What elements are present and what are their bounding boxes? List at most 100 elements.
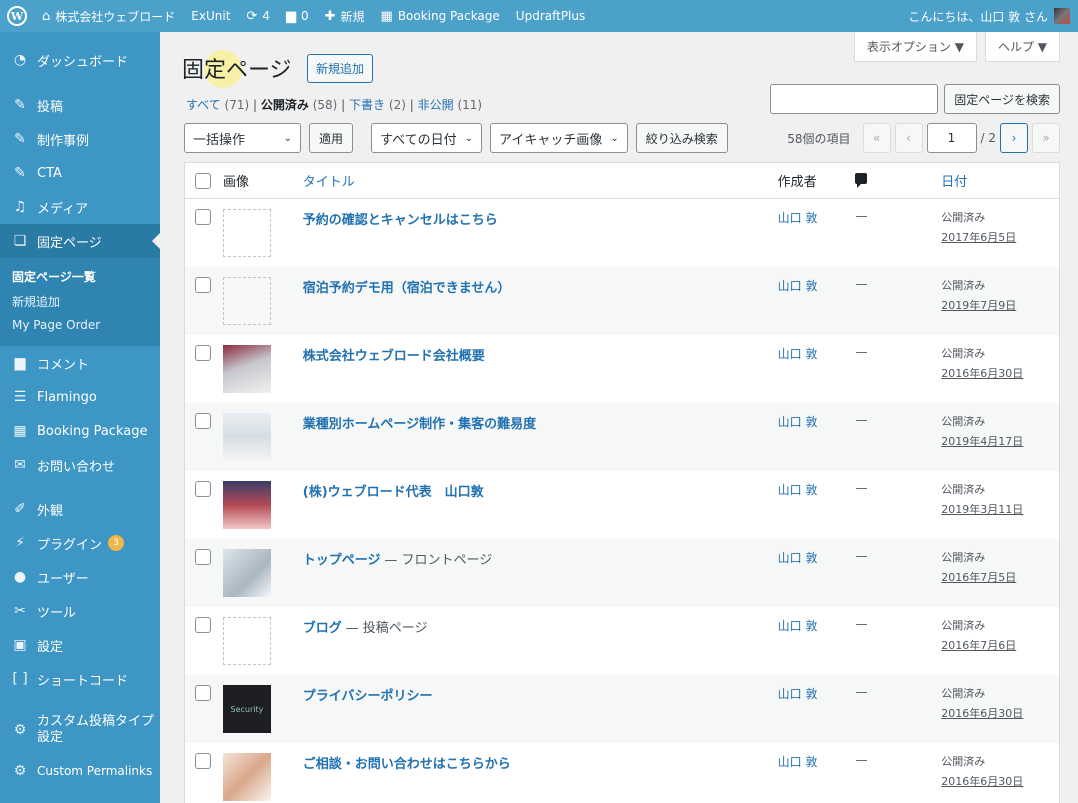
help-button[interactable]: ヘルプ ▼ — [984, 32, 1060, 62]
first-page-button[interactable]: « — [862, 123, 891, 153]
row-author-link[interactable]: 山口 敦 — [778, 211, 818, 225]
eyecatch-filter-select[interactable]: アイキャッチ画像 ⌄ — [489, 123, 628, 153]
row-checkbox[interactable] — [195, 685, 211, 701]
updraft-menu[interactable]: UpdraftPlus — [508, 0, 593, 32]
row-title-link[interactable]: トップページ — [303, 553, 381, 568]
row-author-link[interactable]: 山口 敦 — [778, 755, 818, 769]
submenu-page-order[interactable]: My Page Order — [0, 314, 160, 336]
filter-draft[interactable]: 下書き (2) — [349, 98, 406, 112]
select-all-checkbox[interactable] — [195, 173, 211, 189]
new-content-menu[interactable]: ✚ 新規 — [317, 0, 373, 32]
row-status: 公開済み — [941, 551, 986, 564]
row-checkbox[interactable] — [195, 549, 211, 565]
menu-users[interactable]: ● ユーザー — [0, 560, 160, 594]
prev-page-button[interactable]: ‹ — [894, 123, 923, 153]
exunit-menu[interactable]: ExUnit — [183, 0, 238, 32]
table-row: 予約の確認とキャンセルはこちら 山口 敦 — 公開済み 2017年6月5日 — [185, 199, 1059, 267]
menu-dashboard[interactable]: ◔ ダッシュボード — [0, 32, 160, 88]
avatar — [1054, 8, 1070, 24]
add-new-page-button[interactable]: 新規追加 — [307, 54, 374, 83]
column-title-sort[interactable]: タイトル — [303, 175, 355, 190]
row-title-link[interactable]: 予約の確認とキャンセルはこちら — [303, 213, 498, 228]
menu-cta[interactable]: ✎ CTA — [0, 156, 160, 190]
wp-logo-menu[interactable]: W — [0, 0, 34, 32]
column-comments[interactable] — [855, 173, 941, 188]
row-title-link[interactable]: ご相談・お問い合わせはこちらから — [303, 757, 511, 772]
row-checkbox[interactable] — [195, 345, 211, 361]
bulk-action-select[interactable]: 一括操作 ⌄ — [184, 123, 301, 153]
row-author-link[interactable]: 山口 敦 — [778, 279, 818, 293]
my-account-menu[interactable]: こんにちは、山口 敦 さん — [900, 0, 1078, 32]
table-row: (株)ウェブロード代表 山口敦 山口 敦 — 公開済み 2019年3月11日 — [185, 471, 1059, 539]
row-title-link[interactable]: プライバシーポリシー — [303, 689, 433, 704]
search-pages-button[interactable]: 固定ページを検索 — [944, 84, 1060, 114]
next-page-button[interactable]: › — [1000, 123, 1028, 153]
row-title-link[interactable]: 業種別ホームページ制作・集客の難易度 — [303, 417, 536, 432]
row-checkbox[interactable] — [195, 617, 211, 633]
menu-shortcode[interactable]: [ ] ショートコード — [0, 662, 160, 696]
menu-settings[interactable]: ▣ 設定 — [0, 628, 160, 662]
row-comment-count: — — [855, 345, 868, 359]
user-icon: ● — [13, 569, 27, 585]
row-author-link[interactable]: 山口 敦 — [778, 551, 818, 565]
row-author-link[interactable]: 山口 敦 — [778, 619, 818, 633]
row-title-link[interactable]: 宿泊予約デモ用（宿泊できません） — [303, 281, 511, 296]
refresh-icon: ⟳ — [246, 8, 258, 24]
row-author-link[interactable]: 山口 敦 — [778, 347, 818, 361]
menu-appearance[interactable]: ✐ 外観 — [0, 492, 160, 526]
search-input[interactable] — [770, 84, 939, 114]
row-status: 公開済み — [941, 211, 986, 224]
row-checkbox[interactable] — [195, 209, 211, 225]
menu-comments[interactable]: ▆ コメント — [0, 346, 160, 380]
apply-button[interactable]: 適用 — [309, 123, 354, 153]
site-name-menu[interactable]: ⌂ 株式会社ウェブロード — [34, 0, 183, 32]
filter-published[interactable]: 公開済み (58) — [261, 98, 337, 112]
menu-tools[interactable]: ✂ ツール — [0, 594, 160, 628]
table-row: Security プライバシーポリシー 山口 敦 — 公開済み 2016年6月30日 — [185, 675, 1059, 743]
column-date-sort[interactable]: 日付 — [941, 175, 967, 190]
updates-menu[interactable]: ⟳ 4 — [238, 0, 278, 32]
row-title-link[interactable]: ブログ — [303, 621, 342, 636]
menu-pages[interactable]: ❏ 固定ページ — [0, 224, 160, 258]
row-author-link[interactable]: 山口 敦 — [778, 415, 818, 429]
menu-works[interactable]: ✎ 制作事例 — [0, 122, 160, 156]
submenu-all-pages[interactable]: 固定ページ一覧 — [0, 264, 160, 289]
pages-table: 画像 タイトル 作成者 日付 予約の確認とキャンセルはこちら 山口 敦 — 公開済み… — [184, 162, 1060, 803]
wordpress-icon: W — [7, 6, 27, 26]
filter-private[interactable]: 非公開 (11) — [418, 98, 482, 112]
last-page-button[interactable]: » — [1032, 123, 1060, 153]
booking-menu[interactable]: ▦ Booking Package — [373, 0, 508, 32]
table-row: 業種別ホームページ制作・集客の難易度 山口 敦 — 公開済み 2019年4月17日 — [185, 403, 1059, 471]
home-icon: ⌂ — [42, 8, 51, 24]
row-date: 2017年6月5日 — [941, 231, 1017, 244]
date-filter-select[interactable]: すべての日付 ⌄ — [371, 123, 482, 153]
current-page-input[interactable]: 1 — [926, 123, 977, 153]
row-checkbox[interactable] — [195, 413, 211, 429]
filter-all[interactable]: すべて (71) — [186, 98, 249, 112]
comments-menu[interactable]: ▆ 0 — [278, 0, 317, 32]
menu-cpt-settings[interactable]: ⚙ カスタム投稿タイプ 設定 — [0, 706, 160, 754]
row-thumbnail: Security — [222, 685, 271, 733]
menu-flamingo[interactable]: ☰ Flamingo — [0, 380, 160, 414]
filter-all-count: (71) — [224, 98, 250, 112]
menu-booking[interactable]: ▦ Booking Package — [0, 414, 160, 448]
row-title-link[interactable]: 株式会社ウェブロード会社概要 — [303, 349, 485, 364]
menu-permalinks-label: Custom Permalinks — [37, 764, 153, 778]
submenu-add-new[interactable]: 新規追加 — [0, 289, 160, 314]
filter-button[interactable]: 絞り込み検索 — [635, 123, 728, 153]
row-author-link[interactable]: 山口 敦 — [778, 687, 818, 701]
row-checkbox[interactable] — [195, 481, 211, 497]
menu-media[interactable]: ♫ メディア — [0, 190, 160, 224]
row-checkbox[interactable] — [195, 277, 211, 293]
row-checkbox[interactable] — [195, 753, 211, 769]
screen-options-button[interactable]: 表示オプション ▼ — [853, 32, 977, 62]
row-author-link[interactable]: 山口 敦 — [778, 483, 818, 497]
row-date: 2016年7月6日 — [941, 639, 1017, 652]
settings-icon: ▣ — [13, 637, 27, 653]
menu-plugins[interactable]: ⚡ プラグイン 3 — [0, 526, 160, 560]
menu-posts[interactable]: ✎ 投稿 — [0, 88, 160, 122]
menu-custom-permalinks[interactable]: ⚙ Custom Permalinks — [0, 754, 160, 788]
menu-contact[interactable]: ✉ お問い合わせ — [0, 448, 160, 482]
row-title-link[interactable]: (株)ウェブロード代表 山口敦 — [303, 485, 484, 500]
table-header: 画像 タイトル 作成者 日付 — [185, 163, 1059, 199]
